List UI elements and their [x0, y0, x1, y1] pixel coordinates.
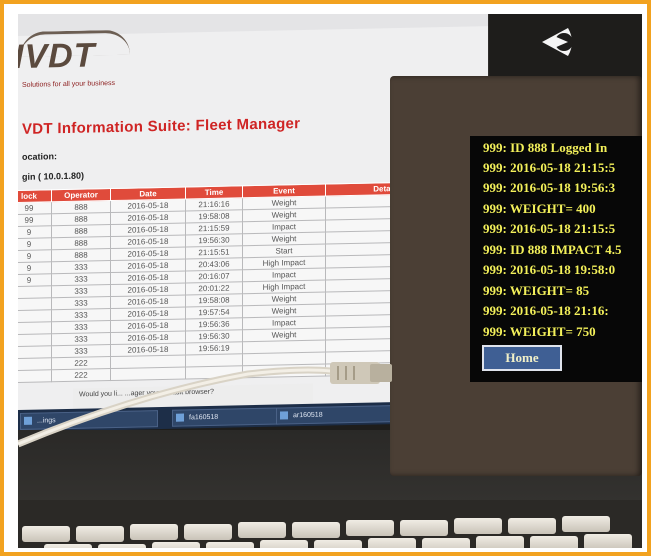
window-icon — [176, 413, 184, 422]
table-cell — [18, 321, 52, 335]
keyboard-key — [562, 516, 610, 532]
table-cell: 9 — [18, 237, 52, 251]
table-cell — [18, 297, 52, 311]
home-button[interactable]: Home — [482, 345, 562, 371]
keyboard-key — [422, 538, 470, 548]
keyboard-key — [76, 526, 124, 542]
taskbar-label: ar160518 — [293, 411, 323, 420]
keyboard-key — [476, 536, 524, 548]
table-cell: 222 — [51, 368, 111, 382]
photo: IVDT Solutions for all your business VDT… — [18, 14, 642, 548]
keyboard-key — [206, 542, 254, 548]
table-body: 99 888 2016-05-18 21:16:16 Weight 99 888 2016-0… — [18, 193, 441, 383]
window-icon — [24, 416, 32, 425]
log-line: 999: ID 888 Logged In — [483, 140, 608, 155]
keyboard-key — [314, 540, 362, 548]
table-cell — [110, 366, 186, 381]
keyboard-key — [152, 542, 200, 548]
log-line: 999: ID 888 IMPACT 4.5 — [483, 242, 622, 257]
page-title: VDT Information Suite: Fleet Manager — [22, 115, 301, 138]
log-line: 999: WEIGHT= 400 — [483, 201, 596, 216]
log-line: 999: 2016-05-18 21:15:5 — [483, 221, 616, 236]
company-tagline: Solutions for all your business — [22, 79, 115, 89]
taskbar-label: fa160518 — [189, 413, 219, 422]
keyboard — [18, 500, 642, 548]
keyboard-key — [454, 518, 502, 534]
table-cell — [242, 364, 326, 378]
table-cell: 9 — [18, 225, 52, 239]
keyboard-key — [130, 524, 178, 540]
table-cell: 9 — [18, 261, 52, 275]
table-cell — [18, 285, 52, 299]
table-cell — [18, 357, 52, 371]
keyboard-key — [584, 534, 632, 548]
taskbar-item[interactable]: ar160518 — [276, 405, 394, 425]
taskbar-item[interactable]: ...ings — [20, 410, 158, 430]
company-logo: IVDT — [18, 36, 96, 77]
log-line: 999: 2016-05-18 21:16: — [483, 303, 609, 318]
table-cell: 99 — [18, 213, 52, 227]
table-cell: 9 — [18, 249, 52, 263]
table-cell — [18, 345, 52, 359]
keyboard-key — [400, 520, 448, 536]
keyboard-key — [238, 522, 286, 538]
keyboard-key — [292, 522, 340, 538]
keyboard-key — [346, 520, 394, 536]
table-cell: 99 — [18, 201, 52, 215]
log-line: 999: 2016-05-18 19:56:3 — [483, 180, 616, 195]
keyboard-key — [98, 544, 146, 548]
table-cell — [18, 333, 52, 347]
table-cell — [185, 365, 243, 379]
table-cell — [18, 309, 52, 323]
keyboard-key — [508, 518, 556, 534]
log-line: 999: WEIGHT= 85 — [483, 283, 590, 298]
keyboard-key — [184, 524, 232, 540]
taskbar-label: ...ings — [37, 417, 56, 425]
window-icon — [280, 411, 288, 420]
column-header[interactable]: lock — [18, 189, 52, 203]
keyboard-key — [368, 538, 416, 548]
keyboard-key — [44, 544, 92, 548]
events-table: lock Operator Date Time Event Detai 99 88… — [18, 181, 441, 383]
log-line: 999: 2016-05-18 21:15:5 — [483, 160, 616, 175]
keyboard-key — [530, 536, 578, 548]
log-line: 999: 2016-05-18 19:58:0 — [483, 262, 616, 277]
logo-badge-icon — [542, 28, 573, 56]
login-label: gin ( 10.0.1.80) — [22, 170, 85, 182]
table-cell: 9 — [18, 273, 52, 287]
location-label: ocation: — [22, 151, 57, 162]
keyboard-key — [260, 540, 308, 548]
log-line: 999: WEIGHT= 750 — [483, 324, 596, 339]
table-cell — [18, 369, 52, 383]
keyboard-key — [22, 526, 70, 542]
taskbar-item[interactable]: fa160518 — [172, 407, 280, 427]
